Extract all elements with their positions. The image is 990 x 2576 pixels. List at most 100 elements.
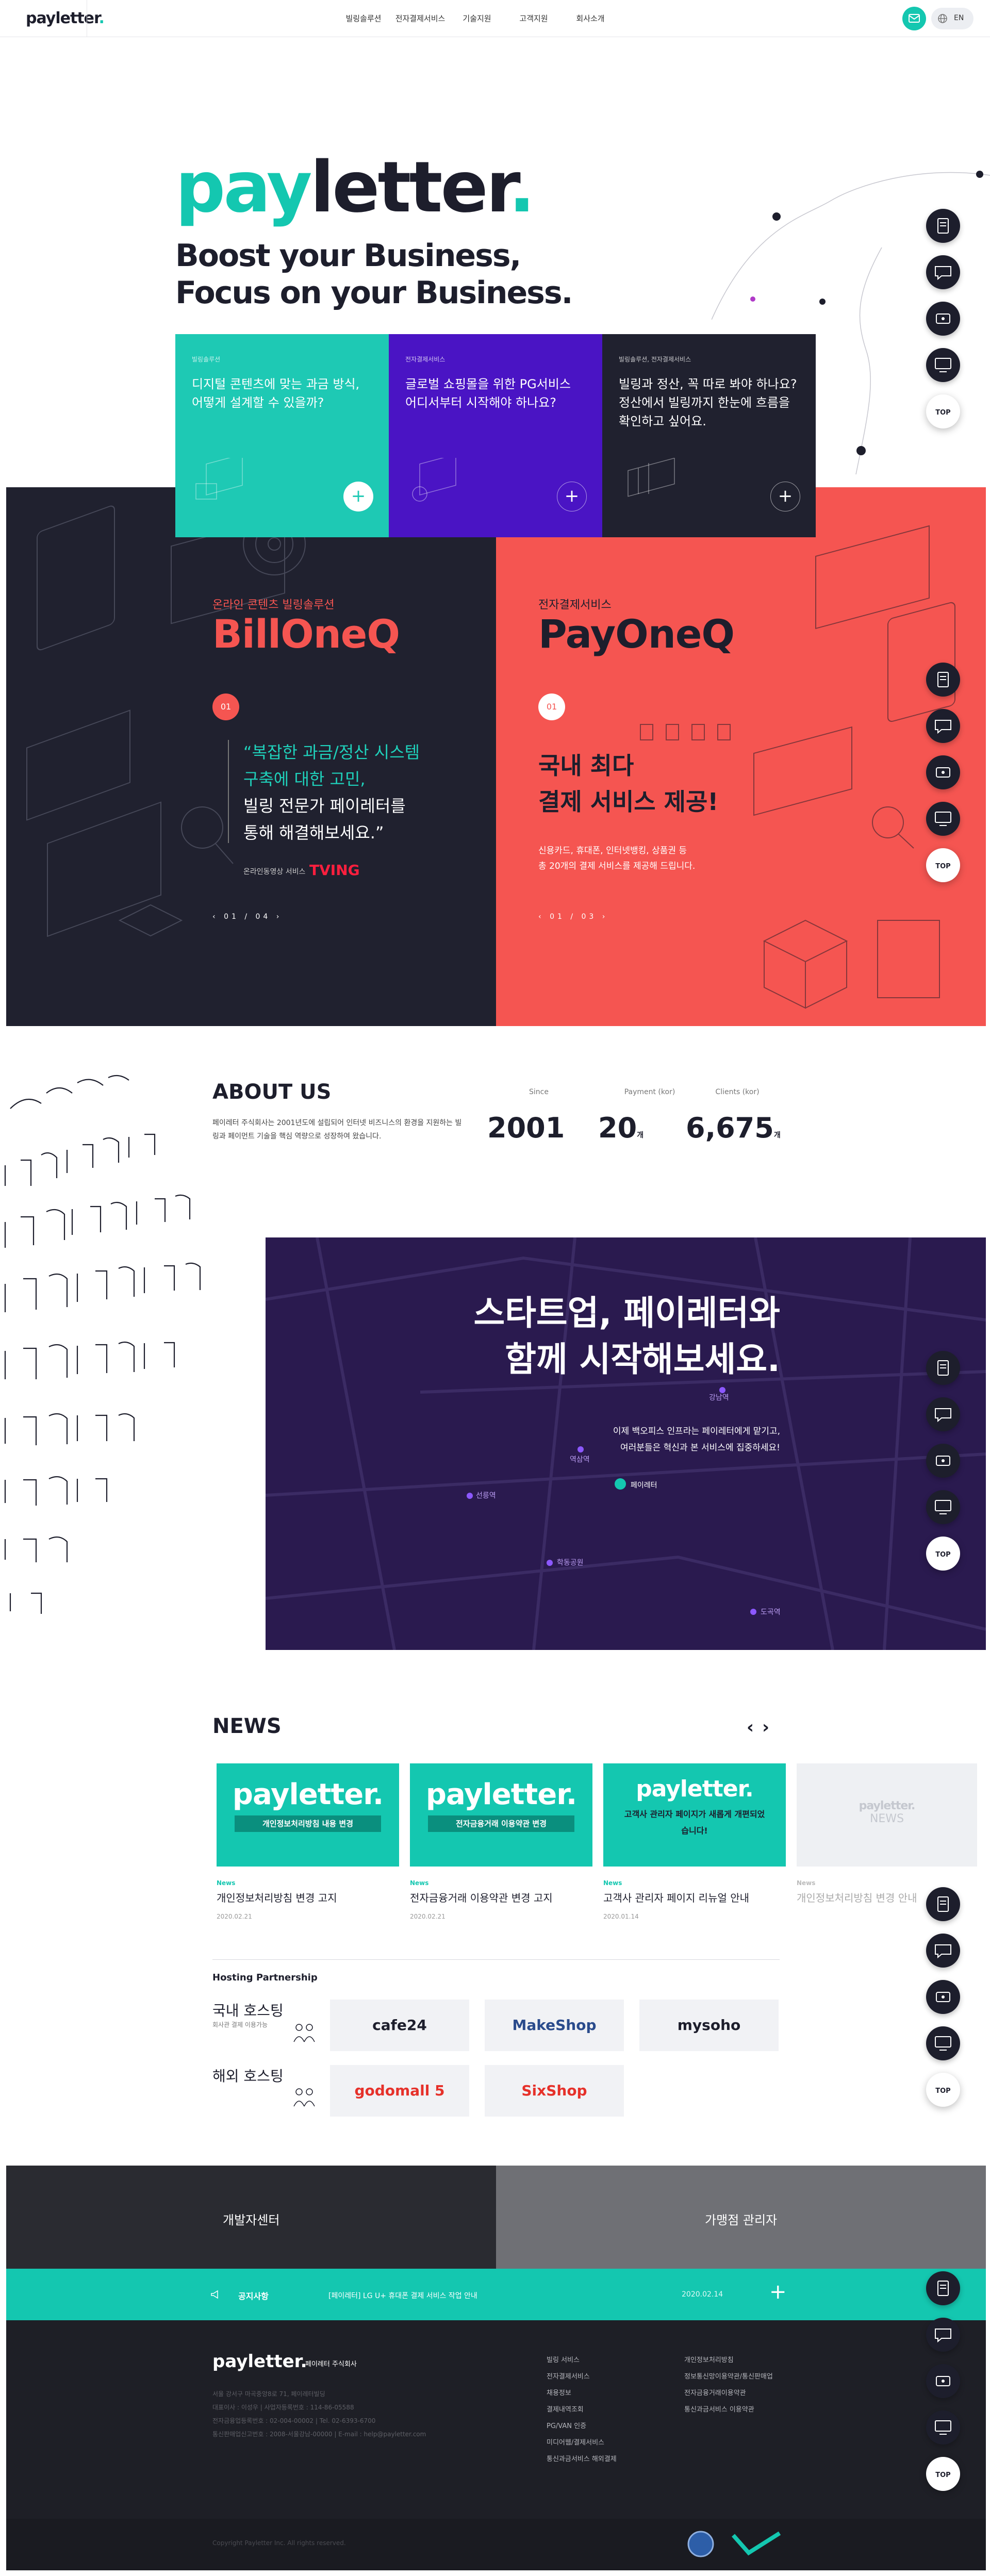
payoneq-headline: 국내 최다 결제 서비스 제공! [538,752,719,816]
main-nav: 빌링솔루션 전자결제서비스 기술지원 고객지원 회사소개 [335,0,619,37]
chat-icon[interactable] [926,709,960,743]
card-billing[interactable]: 빌링솔루션 디지털 콘텐츠에 맞는 과금 방식, 어떻게 설계할 수 있을까? … [175,334,389,537]
monitor-icon[interactable] [926,348,960,382]
notice-text[interactable]: [페이레터] LG U+ 휴대폰 결제 서비스 작업 안내 [328,2290,477,2301]
news-date: 2020.01.14 [603,1913,639,1920]
card-plus-icon[interactable]: + [770,482,800,511]
chat-icon[interactable] [926,2318,960,2352]
billoneq-pager[interactable]: ‹ 01 / 04 › [212,913,282,921]
top-button[interactable]: TOP [926,848,960,882]
footer-menu-2: 개인정보처리방침 정보통신망이용약관/통신판매업 전자금융거래이용약관 통신과금서비스… [684,2352,773,2418]
login-icon[interactable] [926,302,960,336]
footer-company: 페이레터 주식회사 [305,2360,357,2368]
news-item-title[interactable]: 개인정보처리방침 변경 고지 [217,1890,337,1905]
document-icon[interactable] [926,1351,960,1385]
map-place: 강남역 [709,1394,729,1402]
footer-link[interactable]: PG/VAN 인증 [547,2418,617,2435]
footer-link[interactable]: 전자결제서비스 [547,2369,617,2385]
mail-icon [909,14,920,23]
login-icon[interactable] [926,2364,960,2398]
nav-payment[interactable]: 전자결제서비스 [392,0,449,37]
footer-link[interactable]: 채용정보 [547,2385,617,2402]
document-icon[interactable] [926,1887,960,1921]
document-icon[interactable] [926,2271,960,2305]
nav-company[interactable]: 회사소개 [562,0,619,37]
monitor-icon[interactable] [926,1490,960,1524]
partner-makeshop[interactable]: MakeShop [485,2000,624,2051]
login-icon[interactable] [926,1444,960,1478]
top-button[interactable]: TOP [926,1537,960,1571]
nav-support[interactable]: 고객지원 [505,0,562,37]
card-illustration-icon [195,458,243,500]
site-header: payletter. 빌링솔루션 전자결제서비스 기술지원 고객지원 회사소개 … [0,0,990,37]
footer-link[interactable]: 정보통신망이용약관/통신판매업 [684,2369,773,2385]
developer-center-band[interactable]: 개발자센터 [6,2166,496,2269]
news-item-title[interactable]: 고객사 관리자 페이지 리뉴얼 안내 [603,1890,749,1905]
news-thumb[interactable]: payletter. 전자금융거래 이용약관 변경 [410,1763,592,1867]
language-label: EN [954,14,964,22]
map-place: 역삼역 [570,1456,590,1464]
monitor-icon[interactable] [926,2026,960,2060]
news-thumb[interactable]: payletter. 고객사 관리자 페이지가 새롭게 개편되었습니다! [603,1763,786,1867]
document-icon[interactable] [926,209,960,243]
card-payment[interactable]: 전자결제서비스 글로벌 쇼핑몰을 위한 PG서비스 어디서부터 시작해야 하나요… [389,334,602,537]
copyright: Copyright Payletter Inc. All rights rese… [212,2539,346,2547]
divider [212,1959,780,1960]
card-plus-icon[interactable]: + [557,482,587,511]
footer-link[interactable]: 통신과금서비스 해외결제 [547,2451,617,2468]
login-icon[interactable] [926,755,960,789]
card-text: 글로벌 쇼핑몰을 위한 PG서비스 어디서부터 시작해야 하나요? [405,377,571,410]
footer-menu-1: 빌링 서비스 전자결제서비스 채용정보 결제내역조회 PG/VAN 인증 미디어웹/결제서… [547,2352,617,2468]
card-illustration-icon [628,458,675,497]
news-item-title[interactable]: 전자금융거래 이용약관 변경 고지 [410,1890,553,1905]
header-logo[interactable]: payletter. [26,9,105,27]
news-item-title[interactable]: 개인정보처리방침 변경 안내 [797,1890,917,1905]
domestic-sub: 회사관 결제 이용가능 [212,2021,268,2028]
partner-cafe24[interactable]: cafe24 [330,2000,469,2051]
footer-bottom: Copyright Payletter Inc. All rights rese… [6,2519,986,2570]
news-tag: News [217,1879,236,1887]
nav-tech[interactable]: 기술지원 [449,0,505,37]
payoneq-brand: PayOneQ [538,611,735,657]
map-dot [750,1609,756,1615]
footer-address: 서울 강서구 마곡중앙8로 71, 페이레터빌딩 대표이사 : 이성우 | 사업자… [212,2390,426,2438]
login-icon[interactable] [926,1980,960,2014]
client-label: 온라인동영상 서비스 [243,868,306,876]
stat-clients: Clients (kor) 6,675개 [686,1088,781,1144]
top-button[interactable]: TOP [926,394,960,428]
document-icon[interactable] [926,663,960,697]
monitor-icon[interactable] [926,2410,960,2445]
card-small: 전자결제서비스 [405,356,446,363]
news-arrows[interactable]: ‹› [747,1717,778,1738]
billoneq-quote: “복잡한 과금/정산 시스템 구축에 대한 고민, 빌링 전문가 페이레터를 통해 해… [243,742,420,843]
partner-mysoho[interactable]: mysoho [639,2000,779,2051]
footer: payletter. 페이레터 주식회사 서울 강서구 마곡중앙8로 71, 페… [6,2320,986,2519]
top-button[interactable]: TOP [926,2073,960,2107]
footer-link[interactable]: 통신과금서비스 이용약관 [684,2402,773,2418]
footer-link[interactable]: 전자금융거래이용약관 [684,2385,773,2402]
payoneq-kicker: 전자결제서비스 [538,599,612,612]
monitor-icon[interactable] [926,802,960,836]
card-settlement[interactable]: 빌링솔루션, 전자결제서비스 빌링과 정산, 꼭 따로 봐야 하나요? 정산에서… [602,334,816,537]
map-dot-main [615,1478,626,1490]
card-plus-icon[interactable]: + [343,482,373,511]
chat-icon[interactable] [926,255,960,289]
footer-link[interactable]: 미디어웹/결제서비스 [547,2435,617,2451]
footer-link[interactable]: 결제내역조회 [547,2402,617,2418]
top-button[interactable]: TOP [926,2457,960,2491]
footer-link[interactable]: 빌링 서비스 [547,2352,617,2369]
partner-sixshop[interactable]: SixShop [485,2065,624,2117]
news-thumb[interactable]: payletter. NEWS [797,1763,977,1867]
footer-link[interactable]: 개인정보처리방침 [684,2352,773,2369]
chat-icon[interactable] [926,1397,960,1431]
mail-button[interactable] [902,7,926,30]
language-button[interactable]: EN [931,8,974,29]
card-text: 빌링과 정산, 꼭 따로 봐야 하나요? 정산에서 빌링까지 한눈에 흐름을 확… [619,377,797,428]
chat-icon[interactable] [926,1934,960,1968]
nav-billing[interactable]: 빌링솔루션 [335,0,392,37]
news-thumb[interactable]: payletter. 개인정보처리방침 내용 변경 [217,1763,399,1867]
partner-godomall[interactable]: godomall 5 [330,2065,469,2117]
payoneq-pager[interactable]: ‹ 01 / 03 › [538,913,608,921]
notice-more-icon[interactable]: + [769,2280,787,2304]
merchant-admin-band[interactable]: 가맹점 관리자 [496,2166,986,2269]
